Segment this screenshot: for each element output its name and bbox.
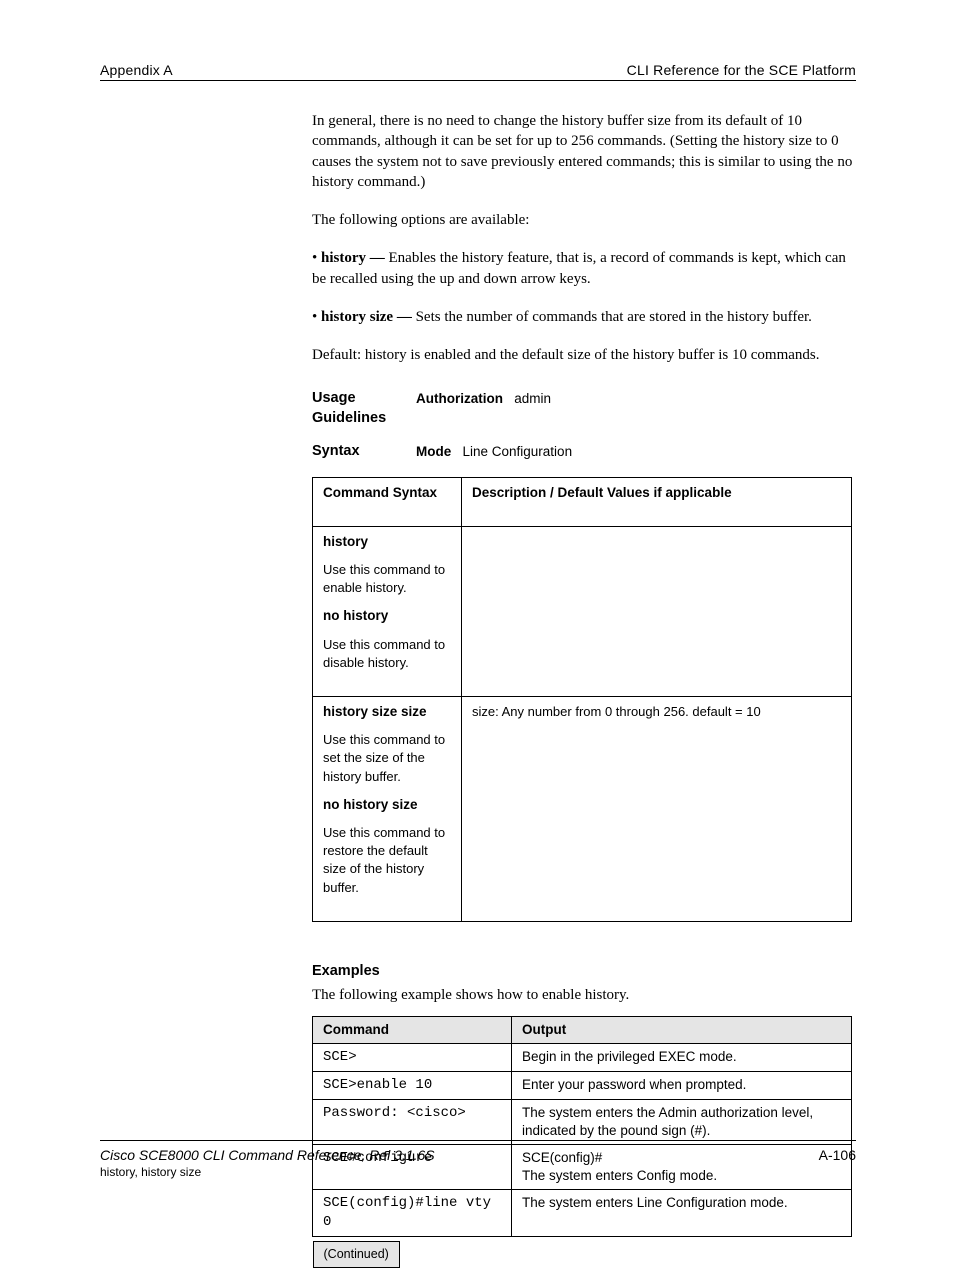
table-row: SCE>enable 10 Enter your password when p… [313, 1071, 852, 1099]
usage-guidelines-row: Usage Guidelines Authorization admin [312, 389, 856, 428]
cmd-history-note: Use this command to enable history. [323, 561, 451, 597]
bullet-2: • history size — Sets the number of comm… [312, 307, 856, 327]
bullet-1-text: Enables the history feature, that is, a … [312, 250, 846, 286]
authorization-value: admin [514, 391, 551, 406]
table-continued-label: (Continued) [313, 1241, 400, 1268]
table-header-row: Command Output [313, 1016, 852, 1043]
out-cell: Enter your password when prompted. [512, 1071, 852, 1099]
page-footer: Cisco SCE8000 CLI Command Reference, Rel… [100, 1132, 856, 1179]
cmd-no-history-size: no history size [323, 796, 451, 814]
header-right: CLI Reference for the SCE Platform [627, 62, 856, 78]
examples-table-head-command: Command [313, 1016, 512, 1043]
examples-intro: The following example shows how to enabl… [312, 985, 856, 1005]
cmd-no-history-size-note: Use this command to restore the default … [323, 824, 451, 897]
default-form: Default: history is enabled and the defa… [312, 345, 856, 365]
syntax-table: Command Syntax Description / Default Val… [312, 477, 852, 922]
table-continued-row: (Continued) [313, 1241, 512, 1268]
footer-doc-title: Cisco SCE8000 CLI Command Reference, Rel… [100, 1147, 435, 1163]
syntax-table-head-1: Command Syntax [323, 485, 437, 500]
footer-rule [100, 1140, 856, 1141]
cmd-cell: SCE(config)#line vty 0 [313, 1190, 512, 1237]
table-row: SCE> Begin in the privileged EXEC mode. [313, 1043, 852, 1071]
out-cell: The system enters Line Configuration mod… [512, 1190, 852, 1237]
bullet-2-text: Sets the number of commands that are sto… [416, 309, 812, 325]
cmd-cell: SCE>enable 10 [313, 1071, 512, 1099]
bullet-2-label: history size — [321, 309, 412, 325]
intro-para-1: In general, there is no need to change t… [312, 111, 856, 192]
cmd-no-history-note: Use this command to disable history. [323, 636, 451, 672]
examples-heading: Examples [312, 962, 856, 982]
intro-para-2: The following options are available: [312, 210, 856, 230]
table-row: history Use this command to enable histo… [313, 526, 852, 696]
bullet-1: • history — Enables the history feature,… [312, 248, 856, 289]
cmd-history: history [323, 534, 368, 549]
footer-sub: history, history size [100, 1165, 856, 1179]
table-row: Command Syntax Description / Default Val… [313, 477, 852, 526]
mode-value: Line Configuration [463, 444, 573, 459]
cmd-history-size: history size size [323, 704, 427, 719]
cmd-history-size-note: Use this command to set the size of the … [323, 731, 451, 786]
table-row: SCE(config)#line vty 0 The system enters… [313, 1190, 852, 1237]
cmd-no-history: no history [323, 607, 451, 625]
bullet-1-label: history — [321, 250, 385, 266]
size-default: size: Any number from 0 through 256. def… [472, 703, 841, 721]
out-cell: Begin in the privileged EXEC mode. [512, 1043, 852, 1071]
usage-guidelines-label: Usage Guidelines [312, 389, 416, 428]
cmd-cell: SCE> [313, 1043, 512, 1071]
mode-label: Mode [416, 444, 451, 459]
header-rule [100, 80, 856, 81]
footer-page-number: A-106 [819, 1147, 856, 1163]
authorization-label: Authorization [416, 391, 503, 406]
syntax-label: Syntax [312, 442, 416, 462]
header-left: Appendix A [100, 62, 173, 78]
table-row: history size size Use this command to se… [313, 697, 852, 922]
mode-row: Syntax Mode Line Configuration [312, 442, 856, 462]
examples-table-head-output: Output [512, 1016, 852, 1043]
syntax-table-head-2: Description / Default Values if applicab… [472, 485, 732, 500]
